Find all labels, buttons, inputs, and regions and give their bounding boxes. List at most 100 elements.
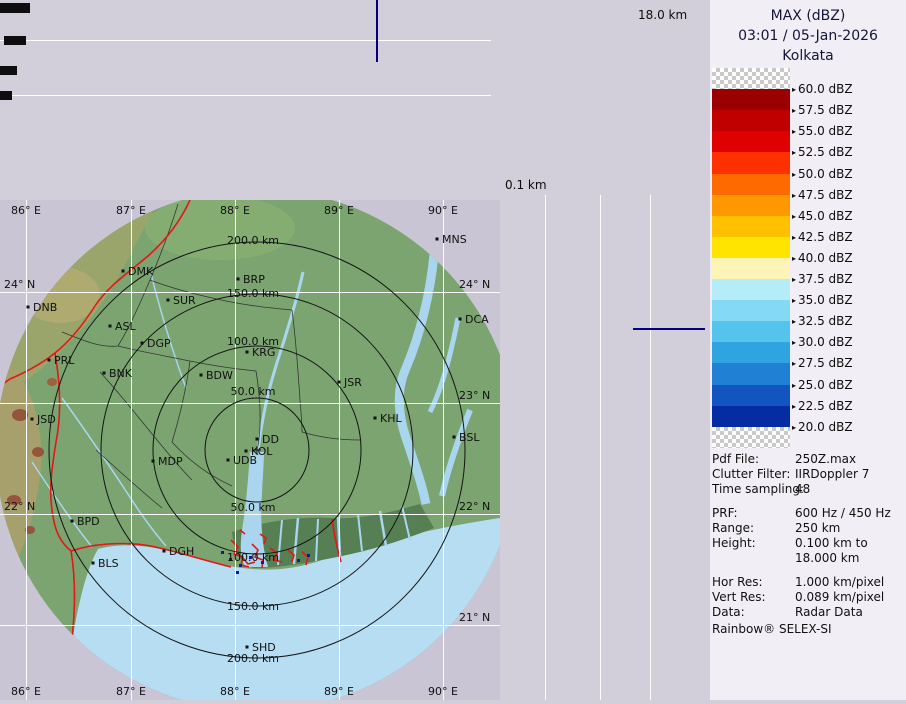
legend-arrow-icon: ▸ [792,106,796,115]
legend-arrow-icon: ▸ [792,359,796,368]
latitude-label: 24° N [459,278,490,291]
legend-arrow-icon: ▸ [792,275,796,284]
range-ring-label: 150.0 km [227,600,279,613]
legend-threshold-label: ▸50.0 dBZ [792,166,853,183]
legend-panel: MAX (dBZ) 03:01 / 05-Jan-2026 Kolkata ▸6… [710,0,906,700]
station-label: JSD [36,413,56,426]
longitude-label: 90° E [428,204,458,217]
longitude-label: 89° E [324,685,354,698]
longitude-label: 89° E [324,204,354,217]
station-marker [246,351,249,354]
station-label: SHD [252,641,276,654]
height-gridline [650,195,651,700]
station-marker [227,459,230,462]
info-value: 48 [795,482,810,497]
station-marker [436,238,439,241]
longitude-label: 87° E [116,685,146,698]
longitude-label: 88° E [220,204,250,217]
station-marker [256,438,259,441]
station-marker [109,325,112,328]
info-label: Hor Res: [712,575,795,590]
range-ring-label: 200.0 km [227,234,279,247]
legend-swatch [712,89,790,111]
legend-arrow-icon: ▸ [792,233,796,242]
info-label: Pdf File: [712,452,795,467]
station-label: ASL [115,320,137,333]
legend-swatch [712,279,790,301]
longitude-label: 90° E [428,685,458,698]
info-label: Clutter Filter: [712,467,795,482]
station-marker [200,374,203,377]
station-label: DMK [128,265,154,278]
longitude-label: 87° E [116,204,146,217]
legend-swatch [712,363,790,385]
station-marker [31,418,34,421]
station-marker [338,381,341,384]
station-name: Kolkata [710,46,906,66]
info-label [712,551,795,566]
latitude-label: 22° N [4,500,35,513]
legend-swatch [712,300,790,322]
legend-swatch [712,406,790,428]
legend-arrow-icon: ▸ [792,317,796,326]
info-label: Vert Res: [712,590,795,605]
station-label: MDP [158,455,183,468]
station-marker [237,278,240,281]
info-row: Range:250 km [712,521,904,536]
station-marker [246,646,249,649]
legend-swatch [712,342,790,364]
legend-threshold-label: ▸27.5 dBZ [792,355,853,372]
station-marker [103,372,106,375]
height-gridline [545,195,546,700]
legend-arrow-icon: ▸ [792,127,796,136]
station-label: UDB [233,454,257,467]
legend-threshold-label: ▸20.0 dBZ [792,419,853,436]
legend-arrow-icon: ▸ [792,148,796,157]
latitude-label: 22° N [459,500,490,513]
radar-map: 200.0 km150.0 km100.0 km50.0 km50.0 km10… [0,200,500,700]
station-label: MNS [442,233,467,246]
info-value: 600 Hz / 450 Hz [795,506,891,521]
info-label: Height: [712,536,795,551]
range-ring-label: 150.0 km [227,287,279,300]
echo-trace-horizontal [633,328,705,330]
station-label: SUR [173,294,196,307]
range-ring-label: 50.0 km [230,501,275,514]
station-label: KRG [252,346,275,359]
height-axis-tick-label [0,3,30,13]
legend-threshold-label: ▸52.5 dBZ [792,144,853,161]
station-marker [122,270,125,273]
station-label: DNB [33,301,57,314]
info-row: Hor Res:1.000 km/pixel [712,575,904,590]
legend-threshold-label: ▸60.0 dBZ [792,81,853,98]
north-projection-panel [0,0,500,200]
legend-swatch [712,110,790,132]
legend-threshold-label: ▸37.5 dBZ [792,271,853,288]
station-label: BLS [98,557,119,570]
legend-threshold-label: ▸42.5 dBZ [792,229,853,246]
legend-swatch [712,216,790,238]
product-title: MAX (dBZ) [710,6,906,26]
legend-threshold-label: ▸32.5 dBZ [792,313,853,330]
info-value: Radar Data [795,605,863,620]
info-value: 0.089 km/pixel [795,590,884,605]
station-marker [167,299,170,302]
latitude-label: 21° N [459,611,490,624]
range-ring-label: 100.0 km [227,551,279,564]
station-marker [245,450,248,453]
info-value: 18.000 km [795,551,859,566]
info-row: Vert Res:0.089 km/pixel [712,590,904,605]
station-label: KHL [380,412,402,425]
echo-trace-vertical [376,0,378,62]
legend-arrow-icon: ▸ [792,402,796,411]
legend-swatch [712,195,790,217]
height-axis-tick-label [0,66,17,75]
info-value: 250 km [795,521,840,536]
info-row: Time sampling:48 [712,482,904,497]
product-datetime: 03:01 / 05-Jan-2026 [710,26,906,46]
info-row: Data:Radar Data [712,605,904,620]
legend-threshold-label: ▸57.5 dBZ [792,102,853,119]
legend-swatch [712,237,790,259]
station-label: BNK [109,367,133,380]
info-label: Data: [712,605,795,620]
